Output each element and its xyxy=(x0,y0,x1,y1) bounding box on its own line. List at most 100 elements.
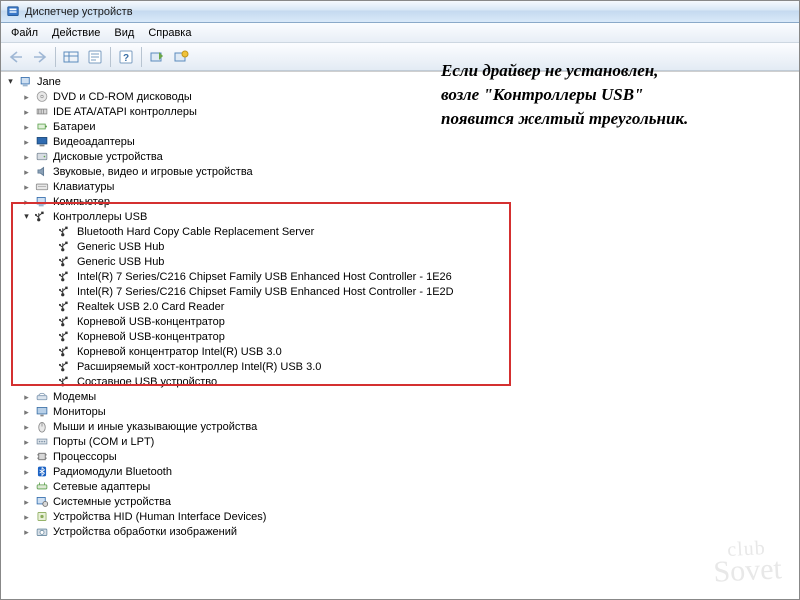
tree-item-label: DVD и CD-ROM дисководы xyxy=(53,90,192,104)
tree-item-cat-8-child-4[interactable]: Intel(R) 7 Series/C216 Chipset Family US… xyxy=(5,284,799,299)
computer-icon xyxy=(34,195,50,209)
tree-item-cat-6[interactable]: Клавиатуры xyxy=(5,179,799,194)
tree-item-cat-13[interactable]: Процессоры xyxy=(5,449,799,464)
menu-action[interactable]: Действие xyxy=(46,25,106,41)
tree-twisty[interactable] xyxy=(21,136,32,147)
tree-item-label: Generic USB Hub xyxy=(77,240,164,254)
tree-twisty[interactable] xyxy=(21,511,32,522)
tree-item-cat-11[interactable]: Мыши и иные указывающие устройства xyxy=(5,419,799,434)
tree-item-cat-4[interactable]: Дисковые устройства xyxy=(5,149,799,164)
tree-item-cat-8-child-5[interactable]: Realtek USB 2.0 Card Reader xyxy=(5,299,799,314)
tree-twisty[interactable] xyxy=(21,181,32,192)
tree-twisty[interactable] xyxy=(21,166,32,177)
forward-button[interactable] xyxy=(29,46,51,68)
back-button[interactable] xyxy=(5,46,27,68)
usb-icon xyxy=(58,255,74,269)
tree-item-cat-8-child-3[interactable]: Intel(R) 7 Series/C216 Chipset Family US… xyxy=(5,269,799,284)
app-icon xyxy=(5,4,21,20)
usb-icon xyxy=(58,240,74,254)
tree-item-cat-8-child-0[interactable]: Bluetooth Hard Copy Cable Replacement Se… xyxy=(5,224,799,239)
toolbar-separator xyxy=(141,47,142,67)
titlebar: Диспетчер устройств xyxy=(1,1,799,23)
hid-icon xyxy=(34,510,50,524)
menu-view[interactable]: Вид xyxy=(108,25,140,41)
tree-item-cat-8-child-8[interactable]: Корневой концентратор Intel(R) USB 3.0 xyxy=(5,344,799,359)
tree-item-cat-8-child-6[interactable]: Корневой USB-концентратор xyxy=(5,314,799,329)
help-button[interactable]: ? xyxy=(115,46,137,68)
tree-item-label: Intel(R) 7 Series/C216 Chipset Family US… xyxy=(77,270,452,284)
tree-twisty[interactable] xyxy=(21,526,32,537)
tree-item-label: IDE ATA/ATAPI контроллеры xyxy=(53,105,197,119)
scan-button[interactable] xyxy=(146,46,168,68)
tree-item-cat-18[interactable]: Устройства обработки изображений xyxy=(5,524,799,539)
menubar: Файл Действие Вид Справка xyxy=(1,23,799,43)
tree-item-cat-8-child-10[interactable]: Составное USB устройство xyxy=(5,374,799,389)
tree-twisty[interactable] xyxy=(21,121,32,132)
tree-item-cat-3[interactable]: Видеоадаптеры xyxy=(5,134,799,149)
tree-item-label: Расширяемый хост-контроллер Intel(R) USB… xyxy=(77,360,321,374)
svg-text:?: ? xyxy=(123,53,129,64)
tree-item-label: Устройства HID (Human Interface Devices) xyxy=(53,510,266,524)
tree-item-label: Корневой USB-концентратор xyxy=(77,315,225,329)
annotation-line: появится желтый треугольник. xyxy=(441,107,781,131)
tree-item-cat-8-child-1[interactable]: Generic USB Hub xyxy=(5,239,799,254)
tree-item-label: Составное USB устройство xyxy=(77,375,217,389)
tree-item-label: Системные устройства xyxy=(53,495,171,509)
tree-item-label: Модемы xyxy=(53,390,96,404)
imaging-icon xyxy=(34,525,50,539)
bluetooth-icon xyxy=(34,465,50,479)
tree-twisty[interactable] xyxy=(21,406,32,417)
tree-twisty[interactable] xyxy=(21,391,32,402)
annotation-line: Если драйвер не установлен, xyxy=(441,59,781,83)
tree-item-label: Клавиатуры xyxy=(53,180,114,194)
tree-item-cat-10[interactable]: Мониторы xyxy=(5,404,799,419)
usb-icon xyxy=(58,315,74,329)
disk-icon xyxy=(34,150,50,164)
tree-item-label: Корневой концентратор Intel(R) USB 3.0 xyxy=(77,345,282,359)
tree-item-cat-8[interactable]: Контроллеры USB xyxy=(5,209,799,224)
tree-item-cat-16[interactable]: Системные устройства xyxy=(5,494,799,509)
tree-item-cat-8-child-7[interactable]: Корневой USB-концентратор xyxy=(5,329,799,344)
tree-item-label: Компьютер xyxy=(53,195,110,209)
tree-item-cat-12[interactable]: Порты (COM и LPT) xyxy=(5,434,799,449)
tree-twisty[interactable] xyxy=(21,196,32,207)
tree-twisty[interactable] xyxy=(5,76,16,87)
usb-icon xyxy=(58,270,74,284)
tree-item-label: Видеоадаптеры xyxy=(53,135,135,149)
usb-icon xyxy=(58,225,74,239)
tree-item-cat-17[interactable]: Устройства HID (Human Interface Devices) xyxy=(5,509,799,524)
menu-file[interactable]: Файл xyxy=(5,25,44,41)
tree-twisty[interactable] xyxy=(21,421,32,432)
tree-twisty[interactable] xyxy=(21,451,32,462)
display-icon xyxy=(34,135,50,149)
monitor-icon xyxy=(34,405,50,419)
tree-item-cat-9[interactable]: Модемы xyxy=(5,389,799,404)
properties-button[interactable] xyxy=(84,46,106,68)
tree-twisty[interactable] xyxy=(21,466,32,477)
computer-root-icon xyxy=(18,75,34,89)
tree-item-cat-7[interactable]: Компьютер xyxy=(5,194,799,209)
usb-icon xyxy=(34,210,50,224)
tree-item-cat-8-child-2[interactable]: Generic USB Hub xyxy=(5,254,799,269)
tree-twisty[interactable] xyxy=(21,481,32,492)
tree-item-cat-15[interactable]: Сетевые адаптеры xyxy=(5,479,799,494)
tree-twisty[interactable] xyxy=(21,151,32,162)
tree-item-label: Дисковые устройства xyxy=(53,150,163,164)
tree-twisty[interactable] xyxy=(21,436,32,447)
update-driver-button[interactable] xyxy=(170,46,192,68)
tree-item-cat-8-child-9[interactable]: Расширяемый хост-контроллер Intel(R) USB… xyxy=(5,359,799,374)
annotation-text: Если драйвер не установлен, возле "Контр… xyxy=(441,59,781,131)
system-icon xyxy=(34,495,50,509)
menu-help[interactable]: Справка xyxy=(142,25,197,41)
tree-twisty[interactable] xyxy=(21,91,32,102)
tree-twisty[interactable] xyxy=(21,106,32,117)
tree-twisty[interactable] xyxy=(21,496,32,507)
tree-item-cat-5[interactable]: Звуковые, видео и игровые устройства xyxy=(5,164,799,179)
tree-item-label: Realtek USB 2.0 Card Reader xyxy=(77,300,224,314)
port-icon xyxy=(34,435,50,449)
tree-twisty[interactable] xyxy=(21,211,32,222)
disc-icon xyxy=(34,90,50,104)
tree-item-label: Bluetooth Hard Copy Cable Replacement Se… xyxy=(77,225,314,239)
tree-item-cat-14[interactable]: Радиомодули Bluetooth xyxy=(5,464,799,479)
show-hidden-button[interactable] xyxy=(60,46,82,68)
